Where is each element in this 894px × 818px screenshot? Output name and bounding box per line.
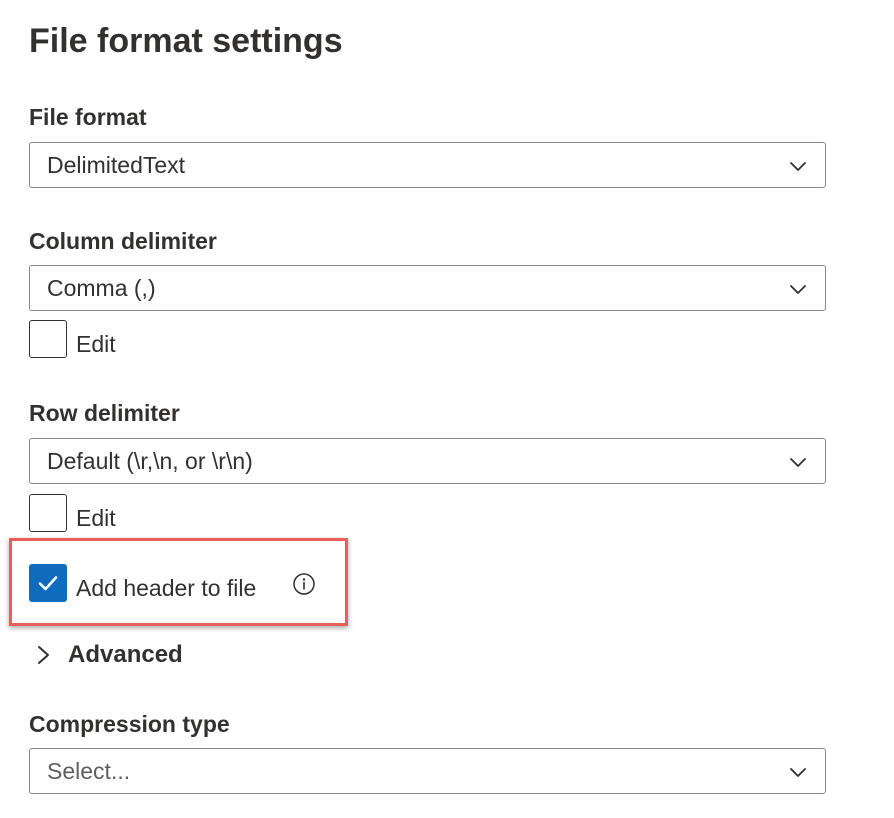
row-delimiter-select[interactable]: Default (\r,\n, or \r\n) bbox=[29, 438, 826, 484]
advanced-label: Advanced bbox=[68, 641, 183, 668]
column-delimiter-edit-checkbox[interactable] bbox=[29, 320, 67, 358]
column-delimiter-value: Comma (,) bbox=[47, 275, 156, 301]
row-delimiter-value: Default (\r,\n, or \r\n) bbox=[47, 448, 253, 474]
column-delimiter-edit-label: Edit bbox=[76, 331, 116, 357]
column-delimiter-select[interactable]: Comma (,) bbox=[29, 265, 826, 311]
file-format-value: DelimitedText bbox=[47, 152, 186, 178]
add-header-label: Add header to file bbox=[76, 575, 257, 601]
page-title: File format settings bbox=[29, 22, 343, 60]
chevron-right-icon bbox=[38, 646, 49, 664]
compression-type-placeholder: Select... bbox=[47, 758, 131, 784]
compression-type-select[interactable]: Select... bbox=[29, 748, 826, 794]
info-icon[interactable] bbox=[292, 572, 316, 596]
file-format-select[interactable]: DelimitedText bbox=[29, 142, 826, 188]
row-delimiter-edit-label: Edit bbox=[76, 505, 116, 531]
chevron-down-icon bbox=[790, 768, 806, 777]
checkmark-icon bbox=[38, 576, 58, 591]
column-delimiter-label: Column delimiter bbox=[29, 228, 217, 254]
row-delimiter-label: Row delimiter bbox=[29, 400, 180, 426]
advanced-toggle[interactable]: Advanced bbox=[34, 638, 194, 672]
chevron-down-icon bbox=[790, 162, 806, 171]
row-delimiter-edit-checkbox[interactable] bbox=[29, 494, 67, 532]
chevron-down-icon bbox=[790, 285, 806, 294]
add-header-checkbox[interactable] bbox=[29, 564, 67, 602]
chevron-down-icon bbox=[790, 458, 806, 467]
compression-type-label: Compression type bbox=[29, 711, 230, 737]
file-format-label: File format bbox=[29, 104, 147, 130]
